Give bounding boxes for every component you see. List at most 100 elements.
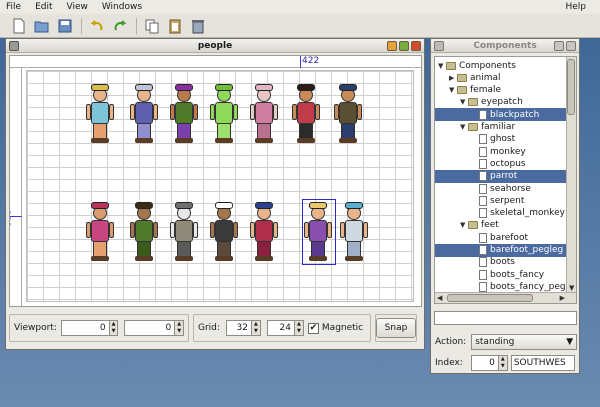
menu-edit[interactable]: Edit [35, 2, 52, 12]
delete-icon[interactable] [189, 17, 207, 35]
document-icon [479, 158, 487, 169]
tree-item[interactable]: monkey [435, 145, 526, 158]
tree-item[interactable]: ▼ eyepatch [435, 96, 523, 109]
tree-item[interactable]: ▼ female [435, 84, 501, 97]
grid-width-field[interactable]: 32 [225, 320, 252, 336]
character-sprite[interactable] [340, 202, 368, 264]
expand-closed-icon[interactable]: ▶ [449, 74, 457, 82]
expand-open-icon[interactable]: ▼ [460, 221, 468, 229]
tree-item-label: eyepatch [481, 97, 523, 108]
tree-item-label: boots_fancy_pegle [490, 281, 574, 292]
tree-item[interactable]: seahorse [435, 182, 531, 195]
character-sprite[interactable] [334, 84, 362, 146]
magnetic-checkbox[interactable]: ✔ [307, 322, 319, 334]
index-field[interactable]: 0 [470, 355, 499, 371]
scroll-left-icon[interactable]: ◀ [437, 294, 442, 302]
action-select[interactable]: standing ▼ [471, 334, 578, 350]
expand-open-icon[interactable]: ▼ [460, 123, 468, 131]
document-icon [479, 232, 487, 243]
open-icon[interactable] [33, 17, 51, 35]
menu-file[interactable]: File [6, 2, 21, 12]
character-sprite[interactable] [250, 84, 278, 146]
tree-item-label: blackpatch [490, 109, 540, 120]
character-sprite[interactable] [250, 202, 278, 264]
expand-open-icon[interactable]: ▼ [449, 86, 457, 94]
selection-box [302, 199, 336, 265]
tree-item-label: ghost [490, 134, 516, 145]
tree-item-label: serpent [490, 195, 525, 206]
folder-icon [446, 61, 456, 70]
scroll-down-icon[interactable]: ▼ [569, 284, 574, 292]
tree-horizontal-scroll-thumb[interactable] [447, 294, 533, 302]
redo-icon[interactable] [111, 17, 129, 35]
viewport-x-spinner[interactable]: ▲ ▼ [109, 320, 119, 336]
menu-view[interactable]: View [67, 2, 88, 12]
character-sprite[interactable] [210, 84, 238, 146]
tree-item[interactable]: skeletal_monkey [435, 207, 565, 220]
character-sprite[interactable] [130, 84, 158, 146]
tree-vertical-scrollbar[interactable]: ▼ [566, 57, 576, 293]
people-titlebar[interactable]: people [6, 39, 424, 53]
tree-item[interactable]: serpent [435, 194, 524, 207]
ruler-horizontal: 422 [10, 56, 421, 68]
undo-icon[interactable] [88, 17, 106, 35]
tree-item[interactable]: octopus [435, 157, 526, 170]
tree-item[interactable]: ▶ animal [435, 71, 501, 84]
tree-item[interactable]: ghost [435, 133, 515, 146]
character-sprite[interactable] [292, 84, 320, 146]
character-sprite[interactable] [86, 202, 114, 264]
viewport-y-field[interactable]: 0 [124, 320, 176, 336]
component-search-field[interactable] [434, 311, 577, 325]
expand-open-icon[interactable]: ▼ [460, 98, 468, 106]
component-tree[interactable]: ▼ Components ▶ animal ▼ female ▼ eyepatch blackp… [434, 56, 577, 304]
tree-item[interactable]: barefoot_pegleg [435, 243, 567, 257]
tree-item[interactable]: ▼ familiar [435, 121, 515, 134]
expand-open-icon[interactable]: ▼ [438, 62, 446, 70]
index-spinner[interactable]: ▲ ▼ [498, 355, 508, 371]
close-icon[interactable] [411, 41, 421, 51]
character-sprite[interactable] [170, 202, 198, 264]
grid-height-spinner[interactable]: ▲ ▼ [294, 320, 304, 336]
menu-windows[interactable]: Windows [102, 2, 142, 12]
character-sprite[interactable] [130, 202, 158, 264]
tree-item[interactable]: blackpatch [435, 108, 567, 122]
action-value: standing [475, 337, 515, 347]
grid-height-field[interactable]: 24 [266, 320, 295, 336]
tree-item-label: octopus [490, 158, 526, 169]
tree-item[interactable]: barefoot [435, 231, 528, 244]
viewport-x-field[interactable]: 0 [60, 320, 110, 336]
viewport-y-spinner[interactable]: ▲ ▼ [175, 320, 185, 336]
action-row: Action: standing ▼ [435, 334, 578, 350]
scroll-right-icon[interactable]: ▶ [560, 294, 565, 302]
direction-select[interactable]: SOUTHWES [510, 355, 575, 371]
copy-icon[interactable] [143, 17, 161, 35]
document-icon [479, 208, 487, 219]
tree-item[interactable]: boots [435, 256, 515, 269]
new-icon[interactable] [10, 17, 28, 35]
grid-width-spinner[interactable]: ▲ ▼ [251, 320, 261, 336]
save-icon[interactable] [56, 17, 74, 35]
character-sprite[interactable] [86, 84, 114, 146]
window-menu-icon[interactable] [434, 41, 444, 51]
minimize-icon[interactable] [387, 41, 397, 51]
people-window: people 422 139 Viewport: 0 ▲ ▼ 0 ▲ ▼ Grid:… [5, 38, 425, 350]
components-titlebar[interactable]: Components [431, 39, 579, 53]
tree-item[interactable]: ▼ Components [435, 59, 516, 72]
tree-item[interactable]: boots_fancy [435, 268, 544, 281]
character-sprite[interactable] [170, 84, 198, 146]
index-row: Index: 0 ▲ ▼ SOUTHWES [435, 355, 575, 371]
character-sprite[interactable] [210, 202, 238, 264]
close-icon[interactable] [566, 41, 576, 51]
maximize-icon[interactable] [554, 41, 564, 51]
tree-vertical-scroll-thumb[interactable] [567, 59, 575, 115]
paste-icon[interactable] [166, 17, 184, 35]
window-menu-icon[interactable] [9, 41, 19, 51]
canvas[interactable]: 422 139 [9, 55, 422, 307]
tree-item[interactable]: ▼ feet [435, 219, 499, 232]
tree-horizontal-scrollbar[interactable]: ◀ ▶ [435, 292, 576, 303]
viewport-label: Viewport: [14, 323, 57, 333]
menu-help[interactable]: Help [565, 2, 586, 12]
snap-button[interactable]: Snap [375, 318, 417, 338]
maximize-icon[interactable] [399, 41, 409, 51]
tree-item[interactable]: parrot [435, 169, 567, 183]
